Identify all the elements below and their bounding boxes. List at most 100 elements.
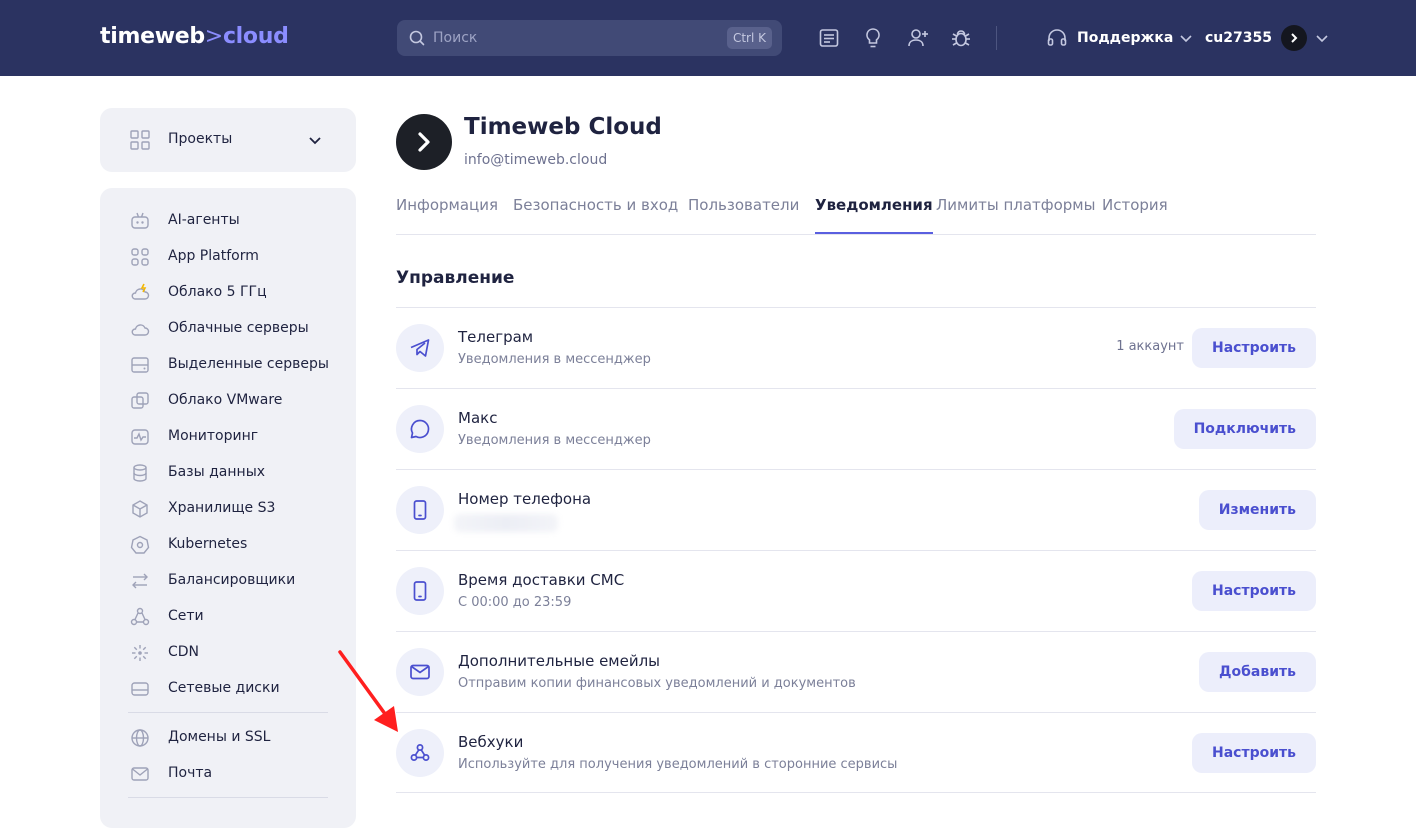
sidebar-item-label: Базы данных bbox=[168, 464, 266, 480]
sidebar-item-cloud-servers[interactable]: Облачные серверы bbox=[100, 312, 356, 344]
sidebar-item-network-disks[interactable]: Сетевые диски bbox=[100, 672, 356, 704]
search-input[interactable] bbox=[433, 20, 713, 56]
row-subtitle: Отправим копии финансовых уведомлений и … bbox=[458, 676, 856, 691]
disk-icon bbox=[131, 682, 149, 696]
lightning-cloud-icon bbox=[131, 283, 150, 300]
chat-bubble-icon bbox=[396, 405, 444, 453]
sidebar-item-label: AI-агенты bbox=[168, 212, 240, 228]
top-navigation-bar: timeweb>cloud Ctrl K Поддержка cu27355 bbox=[0, 0, 1416, 76]
row-subtitle: С 00:00 до 23:59 bbox=[458, 595, 572, 610]
logo-text-main: timeweb bbox=[100, 24, 205, 49]
arrows-icon bbox=[132, 573, 148, 589]
search-shortcut-hint: Ctrl K bbox=[726, 27, 772, 49]
chevron-right-icon bbox=[1291, 33, 1298, 43]
configure-webhooks-button[interactable]: Настроить bbox=[1192, 733, 1316, 773]
org-title: Timeweb Cloud bbox=[464, 114, 662, 140]
lightbulb-icon[interactable] bbox=[861, 26, 885, 50]
telegram-icon bbox=[396, 324, 444, 372]
sidebar-item-label: Облако VMware bbox=[168, 392, 283, 408]
add-user-icon[interactable] bbox=[906, 26, 930, 50]
tab-security[interactable]: Безопасность и вход bbox=[513, 196, 678, 234]
database-icon bbox=[133, 464, 147, 482]
sidebar-item-mail[interactable]: Почта bbox=[100, 757, 356, 789]
apps-grid-icon bbox=[131, 248, 149, 266]
support-menu[interactable]: Поддержка bbox=[1046, 27, 1193, 49]
tab-history[interactable]: История bbox=[1102, 196, 1168, 234]
sidebar-item-label: Почта bbox=[168, 765, 213, 781]
sidebar-item-label: Kubernetes bbox=[168, 536, 248, 552]
phone-icon bbox=[396, 486, 444, 534]
row-title: Вебхуки bbox=[458, 733, 524, 751]
tab-platform-limits[interactable]: Лимиты платформы bbox=[936, 196, 1095, 234]
sidebar-item-vmware[interactable]: Облако VMware bbox=[100, 384, 356, 416]
search-box[interactable]: Ctrl K bbox=[397, 20, 782, 56]
sidebar-item-databases[interactable]: Базы данных bbox=[100, 456, 356, 488]
sidebar-nav: AI-агенты App Platform Облако 5 ГГц Обла… bbox=[100, 188, 356, 828]
notification-row-webhooks: Вебхуки Используйте для получения уведом… bbox=[396, 712, 1316, 793]
vmware-icon bbox=[131, 392, 149, 409]
sidebar-item-app-platform[interactable]: App Platform bbox=[100, 240, 356, 272]
sidebar-item-label: Хранилище S3 bbox=[168, 500, 276, 516]
tab-notifications[interactable]: Уведомления bbox=[815, 196, 933, 234]
org-avatar bbox=[396, 114, 452, 170]
sidebar-divider bbox=[128, 797, 328, 798]
chevron-down-icon bbox=[1316, 35, 1328, 43]
connect-max-button[interactable]: Подключить bbox=[1173, 409, 1316, 449]
sidebar-item-kubernetes[interactable]: Kubernetes bbox=[100, 528, 356, 560]
sidebar-item-label: App Platform bbox=[168, 248, 259, 264]
network-icon bbox=[130, 607, 150, 626]
sidebar-item-label: Сетевые диски bbox=[168, 680, 280, 696]
configure-telegram-button[interactable]: Настроить bbox=[1192, 328, 1316, 368]
projects-label: Проекты bbox=[168, 131, 233, 147]
grid-icon bbox=[130, 130, 150, 150]
row-title: Телеграм bbox=[458, 328, 534, 346]
sidebar-item-label: Облако 5 ГГц bbox=[168, 284, 267, 300]
row-title: Дополнительные емейлы bbox=[458, 652, 661, 670]
tab-users[interactable]: Пользователи bbox=[688, 196, 799, 234]
docs-icon[interactable] bbox=[817, 26, 841, 50]
add-email-button[interactable]: Добавить bbox=[1199, 652, 1316, 692]
sidebar-item-balancers[interactable]: Балансировщики bbox=[100, 564, 356, 596]
projects-dropdown[interactable]: Проекты bbox=[100, 108, 356, 172]
support-label: Поддержка bbox=[1077, 30, 1174, 46]
chevron-right-icon bbox=[418, 132, 430, 152]
logo-text-cloud: cloud bbox=[222, 24, 289, 49]
phone-icon bbox=[396, 567, 444, 615]
notification-row-phone: Номер телефона Изменить bbox=[396, 469, 1316, 550]
row-subtitle: Уведомления в мессенджер bbox=[458, 433, 651, 448]
sidebar-divider bbox=[128, 712, 328, 713]
sidebar-item-cloud-5ghz[interactable]: Облако 5 ГГц bbox=[100, 276, 356, 308]
notification-row-max: Макс Уведомления в мессенджер Подключить bbox=[396, 388, 1316, 469]
sidebar-item-ai-agents[interactable]: AI-агенты bbox=[100, 204, 356, 236]
sidebar-item-label: CDN bbox=[168, 644, 200, 660]
sidebar-item-cdn[interactable]: CDN bbox=[100, 636, 356, 668]
sidebar-item-domains[interactable]: Домены и SSL bbox=[100, 721, 356, 753]
sidebar-item-monitoring[interactable]: Мониторинг bbox=[100, 420, 356, 452]
timeweb-cloud-logo[interactable]: timeweb>cloud bbox=[100, 24, 289, 49]
account-menu[interactable]: cu27355 bbox=[1205, 25, 1329, 51]
bug-icon[interactable] bbox=[949, 26, 973, 50]
chevron-down-icon bbox=[309, 137, 321, 145]
topbar-divider bbox=[996, 26, 997, 50]
change-phone-button[interactable]: Изменить bbox=[1198, 490, 1316, 530]
row-title: Номер телефона bbox=[458, 490, 592, 508]
sidebar-item-label: Выделенные серверы bbox=[168, 356, 329, 372]
sidebar-item-dedicated-servers[interactable]: Выделенные серверы bbox=[100, 348, 356, 380]
chevron-down-icon bbox=[1180, 35, 1192, 43]
configure-sms-time-button[interactable]: Настроить bbox=[1192, 571, 1316, 611]
annotation-arrow-icon bbox=[338, 650, 398, 732]
globe-icon bbox=[131, 729, 149, 747]
redacted-phone-number bbox=[454, 514, 558, 532]
sidebar-item-label: Балансировщики bbox=[168, 572, 296, 588]
settings-tabs: Информация Безопасность и вход Пользоват… bbox=[396, 190, 1316, 235]
cube-icon bbox=[132, 500, 148, 518]
row-title: Макс bbox=[458, 409, 498, 427]
headset-icon bbox=[1047, 29, 1067, 46]
sidebar-item-s3[interactable]: Хранилище S3 bbox=[100, 492, 356, 524]
cdn-icon bbox=[132, 645, 148, 661]
server-icon bbox=[131, 357, 149, 373]
sidebar-item-label: Домены и SSL bbox=[168, 729, 271, 745]
tab-info[interactable]: Информация bbox=[396, 196, 498, 234]
sidebar-item-label: Сети bbox=[168, 608, 204, 624]
sidebar-item-networks[interactable]: Сети bbox=[100, 600, 356, 632]
